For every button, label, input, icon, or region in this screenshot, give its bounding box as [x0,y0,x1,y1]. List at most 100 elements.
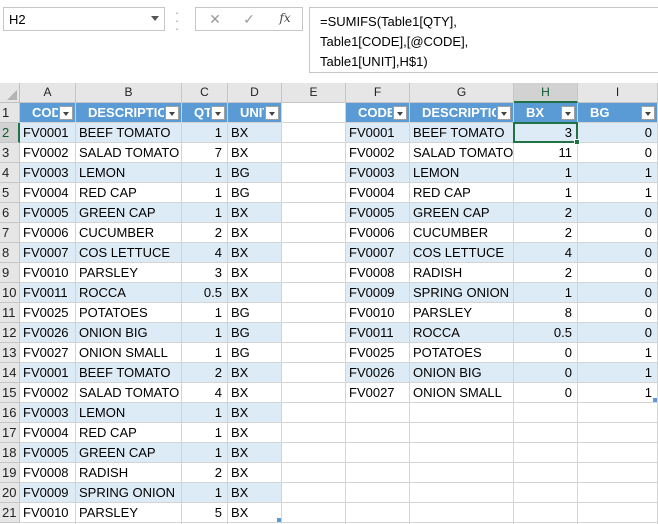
table1-cell[interactable]: 0.5 [182,283,227,302]
table2-cell[interactable]: 2 [514,203,577,222]
table1-cell[interactable]: BX [228,203,281,222]
column-header-b[interactable]: B [76,83,182,103]
table1-cell[interactable]: FV0002 [20,143,75,162]
table2-cell[interactable]: FV0026 [346,363,409,382]
table2-cell[interactable]: FV0006 [346,223,409,242]
table2-resize-handle[interactable] [653,398,657,402]
table1-cell[interactable]: BX [228,243,281,262]
table1-cell[interactable]: LEMON [76,163,181,182]
table2-cell[interactable]: BEEF TOMATO [410,123,513,142]
table1-cell[interactable]: 5 [182,503,227,522]
row-header-7[interactable]: 7 [0,223,20,243]
table1-cell[interactable]: 2 [182,363,227,382]
table2-cell[interactable]: POTATOES [410,343,513,362]
table1-cell[interactable]: 1 [182,203,227,222]
table2-cell[interactable]: ONION SMALL [410,383,513,402]
table2-cell[interactable]: SPRING ONION [410,283,513,302]
table1-cell[interactable]: FV0008 [20,463,75,482]
table1-cell[interactable]: FV0026 [20,323,75,342]
table2-cell[interactable]: 1 [578,163,657,182]
table1-cell[interactable]: 1 [182,123,227,142]
table2-cell[interactable]: 0 [578,123,657,142]
table1-cell[interactable]: BG [228,323,281,342]
table1-cell[interactable]: FV0009 [20,483,75,502]
table1-cell[interactable]: BX [228,363,281,382]
table2-cell[interactable]: 1 [578,343,657,362]
table1-cell[interactable]: BX [228,423,281,442]
table2-cell[interactable]: FV0025 [346,343,409,362]
table1-cell[interactable]: FV0001 [20,363,75,382]
table1-cell[interactable]: PARSLEY [76,263,181,282]
table1-cell[interactable]: BX [228,283,281,302]
spreadsheet-grid[interactable]: A B C D E F G H I 1 2 3 4 5 6 7 8 9 10 11 12 13 14 15 16 17 18 19 20… [0,83,658,524]
table1-cell[interactable]: POTATOES [76,303,181,322]
table1-cell[interactable]: 1 [182,423,227,442]
table1-cell[interactable]: BX [228,223,281,242]
table2-cell[interactable]: 0 [578,223,657,242]
table1-cell[interactable]: FV0007 [20,243,75,262]
table2-cell[interactable]: 0 [578,263,657,282]
formula-input[interactable]: =SUMIFS(Table1[QTY], Table1[CODE],[@CODE… [309,7,658,73]
table2-cell[interactable]: FV0002 [346,143,409,162]
table2-cell[interactable]: 1 [578,363,657,382]
row-header-19[interactable]: 19 [0,463,20,483]
table1-cell[interactable]: FV0027 [20,343,75,362]
table2-header-description[interactable]: DESCRIPTION [410,103,513,122]
table1-cell[interactable]: 2 [182,463,227,482]
row-header-6[interactable]: 6 [0,203,20,223]
table1-cell[interactable]: BX [228,503,281,522]
table1-cell[interactable]: FV0005 [20,203,75,222]
table2-cell[interactable]: 1 [514,183,577,202]
table2-cell[interactable]: FV0001 [346,123,409,142]
table1-cell[interactable]: BX [228,143,281,162]
table2-cell[interactable]: 0.5 [514,323,577,342]
table1-cell[interactable]: FV0025 [20,303,75,322]
table2-cell[interactable]: FV0010 [346,303,409,322]
table2-cell[interactable]: GREEN CAP [410,203,513,222]
select-all-corner[interactable] [0,83,20,103]
row-header-8[interactable]: 8 [0,243,20,263]
row-header-13[interactable]: 13 [0,343,20,363]
row-header-5[interactable]: 5 [0,183,20,203]
table1-cell[interactable]: BEEF TOMATO [76,123,181,142]
table1-cell[interactable]: 1 [182,443,227,462]
table1-cell[interactable]: FV0010 [20,503,75,522]
column-header-a[interactable]: A [20,83,76,103]
more-options-icon[interactable]: · · · [174,6,180,35]
table2-header-bx[interactable]: BX [514,103,577,122]
table1-cell[interactable]: 1 [182,483,227,502]
table1-cell[interactable]: SPRING ONION [76,483,181,502]
column-header-f[interactable]: F [346,83,410,103]
table1-header-description[interactable]: DESCRIPTION [76,103,181,122]
table1-cell[interactable]: RADISH [76,463,181,482]
table2-cell[interactable]: SALAD TOMATO [410,143,513,162]
table1-cell[interactable]: 7 [182,143,227,162]
table2-cell[interactable]: 0 [578,303,657,322]
table1-cell[interactable]: LEMON [76,403,181,422]
table2-cell[interactable]: FV0027 [346,383,409,402]
table1-cell[interactable]: SALAD TOMATO [76,143,181,162]
row-header-15[interactable]: 15 [0,383,20,403]
table1-resize-handle[interactable] [277,518,281,522]
row-header-9[interactable]: 9 [0,263,20,283]
table2-cell[interactable]: FV0004 [346,183,409,202]
table2-cell[interactable]: 0 [578,143,657,162]
table1-cell[interactable]: FV0006 [20,223,75,242]
table2-cell[interactable]: 2 [514,263,577,282]
table1-cell[interactable]: BX [228,483,281,502]
table1-cell[interactable]: FV0010 [20,263,75,282]
table2-cell[interactable]: 1 [578,383,657,402]
filter-dropdown-icon[interactable] [211,106,225,120]
column-header-d[interactable]: D [228,83,282,103]
column-header-h[interactable]: H [514,83,578,103]
table1-cell[interactable]: BG [228,183,281,202]
table2-cell[interactable]: COS LETTUCE [410,243,513,262]
table1-cell[interactable]: 2 [182,223,227,242]
table2-cell[interactable]: 0 [578,203,657,222]
table2-header-bg[interactable]: BG [578,103,657,122]
table1-cell[interactable]: BX [228,443,281,462]
row-header-11[interactable]: 11 [0,303,20,323]
table1-cell[interactable]: RED CAP [76,183,181,202]
chevron-down-icon[interactable] [151,16,159,21]
table1-cell[interactable]: SALAD TOMATO [76,383,181,402]
